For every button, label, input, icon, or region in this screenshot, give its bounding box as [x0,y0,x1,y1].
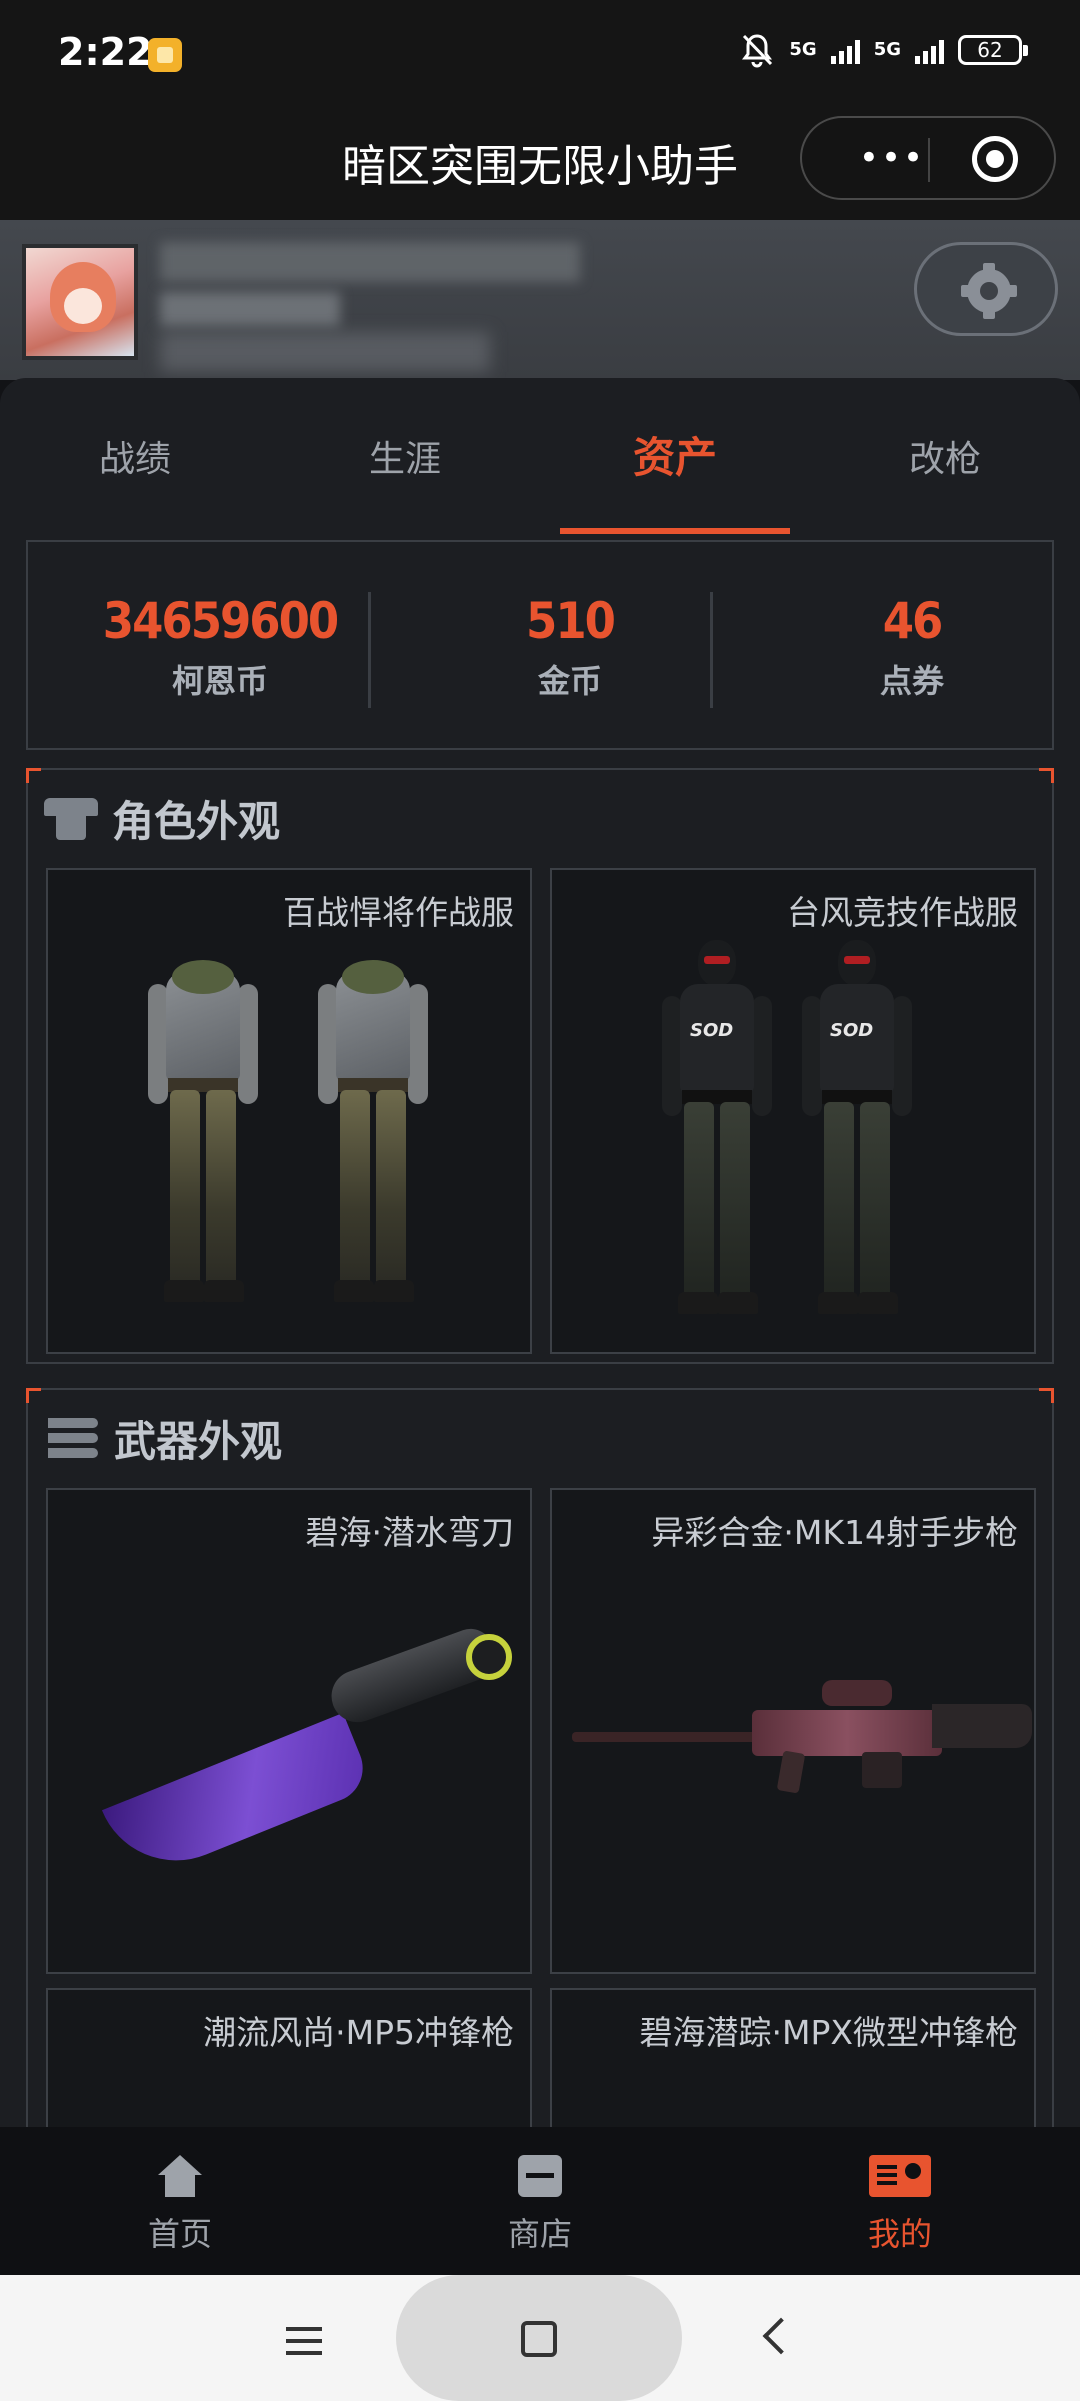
weapon-card[interactable]: 碧海潜踪·MPX微型冲锋枪 [550,1988,1036,2128]
item-name: 台风竞技作战服 [787,893,1018,932]
home-icon [157,2155,203,2197]
close-target-icon[interactable] [972,136,1018,182]
avatar[interactable] [22,244,138,360]
mini-program-title-bar: 暗区突围无限小助手 ••• [0,110,1080,220]
stat-coupon: 46 点券 [742,592,1080,702]
stat-value: 34659600 [102,592,339,650]
signal-5g-label-2: 5G [873,39,901,60]
stat-value: 46 [882,592,944,650]
nav-me[interactable]: 我的 [800,2155,1000,2255]
item-name: 百战悍将作战服 [283,893,514,932]
profile-card-icon [869,2155,931,2197]
section-header: 角色外观 [44,788,280,848]
status-indicators: 5G 5G 62 [739,32,1028,68]
outfit-model-image [802,940,912,1320]
nav-home[interactable]: 首页 [80,2155,280,2255]
nav-shop[interactable]: 商店 [440,2155,640,2255]
app-title-text: 暗区突围无限小助手 [342,141,738,192]
shirt-icon [44,794,98,842]
outfit-model-image [318,928,428,1308]
outfit-card[interactable]: 百战悍将作战服 [46,868,532,1354]
signal-bars-icon-2 [915,36,944,64]
shop-icon [518,2155,562,2197]
battery-icon: 62 [958,35,1028,65]
status-time: 2:22 [58,30,153,74]
section-title: 武器外观 [114,1416,283,1466]
stat-label: 柯恩币 [171,662,268,700]
menu-icon[interactable] [286,2327,322,2331]
item-name: 碧海潜踪·MPX微型冲锋枪 [639,2013,1018,2052]
signal-5g-label-1: 5G [789,39,817,60]
item-name: 碧海·潜水弯刀 [305,1513,515,1552]
outfit-section: 角色外观 百战悍将作战服 台风竞技作战服 [26,768,1054,1364]
stat-divider [710,592,713,708]
stat-divider [368,592,371,708]
profile-header [0,220,1080,380]
rifle-image [572,1670,1032,1810]
section-header: 武器外观 [44,1408,282,1468]
section-title: 角色外观 [112,796,281,846]
mute-bell-icon [742,34,773,68]
main-panel: 战绩 生涯 资产 改枪 34659600 柯恩币 510 金币 46 点券 角色… [0,378,1080,2128]
nav-label: 我的 [867,2215,932,2253]
item-name: 异彩合金·MK14射手步枪 [651,1513,1018,1552]
stat-label: 点券 [879,662,944,700]
stat-gold: 510 金币 [400,592,740,702]
mini-program-capsule: ••• [800,116,1056,200]
nav-label: 商店 [507,2215,572,2253]
blurred-user-id [160,292,340,326]
active-tab-indicator [560,528,790,534]
signal-bars-icon [830,36,860,64]
square-home-icon [521,2321,557,2357]
stat-label: 金币 [537,662,602,700]
nav-label: 首页 [147,2215,212,2253]
status-bar: 2:22 5G 5G 62 [0,0,1080,110]
capsule-divider [928,138,930,182]
tab-bar: 战绩 生涯 资产 改枪 [0,378,1080,538]
more-options-button[interactable]: ••• [832,140,952,180]
item-name: 潮流风尚·MP5冲锋枪 [203,2013,514,2052]
system-navigation-bar [0,2275,1080,2401]
outfit-model-image [662,940,772,1320]
tab-record[interactable]: 战绩 [0,430,270,482]
weapon-card[interactable]: 异彩合金·MK14射手步枪 [550,1488,1036,1974]
outfit-model-image [148,928,258,1308]
currency-stats: 34659600 柯恩币 510 金币 46 点券 [26,540,1054,750]
back-icon[interactable] [762,2317,800,2355]
bottom-navigation: 首页 商店 我的 [0,2127,1080,2275]
ammo-icon [44,1414,100,1462]
stat-value: 510 [526,592,616,650]
gear-icon [961,263,1017,319]
outfit-card[interactable]: 台风竞技作战服 [550,868,1036,1354]
tab-assets[interactable]: 资产 [540,424,810,485]
knife-image [78,1620,518,1885]
stat-koen-coin: 34659600 柯恩币 [50,592,390,702]
blurred-username [160,242,580,282]
weapon-card[interactable]: 潮流风尚·MP5冲锋枪 [46,1988,532,2128]
weapons-section: 武器外观 碧海·潜水弯刀 异彩合金·MK14射手步枪 潮流风尚·MP5冲锋枪 碧… [26,1388,1054,2128]
weapon-card[interactable]: 碧海·潜水弯刀 [46,1488,532,1974]
tab-gun-mod[interactable]: 改枪 [810,430,1080,482]
blurred-user-info [160,332,490,372]
tab-career[interactable]: 生涯 [270,430,540,482]
notification-app-icon [148,38,182,72]
settings-button[interactable] [914,242,1058,336]
